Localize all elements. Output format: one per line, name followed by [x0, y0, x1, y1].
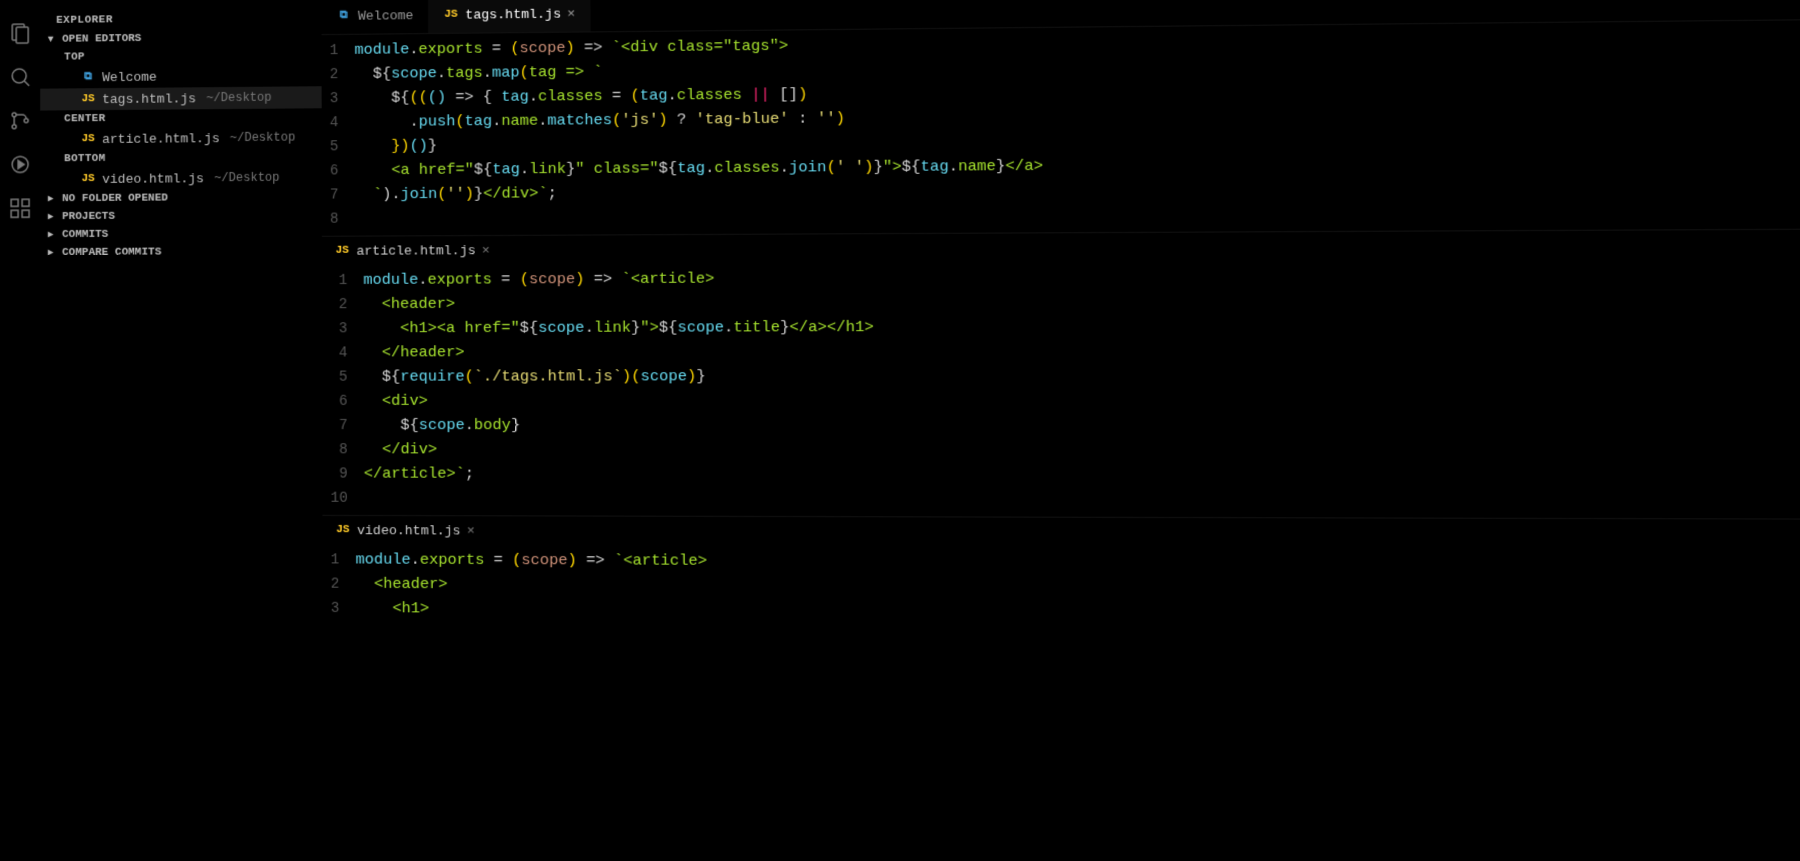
- code-content[interactable]: module.exports = (scope) => `<article> <…: [355, 548, 707, 623]
- open-editors-label: OPEN EDITORS: [62, 33, 141, 46]
- section-commits[interactable]: ▸ COMMITS: [40, 225, 322, 244]
- close-icon[interactable]: ×: [467, 523, 475, 538]
- editor-pane-top: 12345678 module.exports = (scope) => `<d…: [322, 19, 1800, 236]
- group-bottom: BOTTOM: [40, 148, 322, 168]
- chevron-right-icon: ▸: [48, 193, 58, 205]
- js-icon: JS: [335, 522, 351, 538]
- extensions-icon[interactable]: [8, 196, 32, 220]
- line-numbers: 12345678: [322, 39, 355, 232]
- open-editor-video[interactable]: JS video.html.js ~/Desktop: [40, 166, 322, 190]
- file-path: ~/Desktop: [214, 171, 279, 185]
- pane-file-name: video.html.js: [357, 523, 461, 538]
- open-editor-welcome[interactable]: ⧉ Welcome: [40, 64, 321, 88]
- editor-pane-center: JS article.html.js × 12345678910 module.…: [322, 228, 1800, 518]
- line-numbers: 12345678910: [322, 269, 364, 511]
- close-icon[interactable]: ×: [567, 6, 575, 21]
- source-control-icon[interactable]: [8, 109, 32, 133]
- tab-label: tags.html.js: [465, 6, 561, 22]
- search-icon[interactable]: [8, 65, 32, 89]
- line-numbers: 123: [323, 548, 356, 621]
- activity-bar: [0, 1, 40, 841]
- file-name: tags.html.js: [102, 91, 196, 107]
- chevron-right-icon: ▸: [48, 247, 58, 259]
- explorer-sidebar: EXPLORER ▾ OPEN EDITORS TOP ⧉ Welcome JS…: [40, 0, 323, 844]
- chevron-down-icon: ▾: [48, 34, 58, 46]
- section-label: COMMITS: [62, 229, 108, 241]
- section-projects[interactable]: ▸ PROJECTS: [40, 207, 322, 227]
- chevron-right-icon: ▸: [48, 211, 58, 223]
- js-icon: JS: [80, 171, 96, 187]
- js-icon: JS: [80, 131, 96, 147]
- section-label: NO FOLDER OPENED: [62, 192, 168, 205]
- debug-icon[interactable]: [8, 152, 32, 176]
- code-content[interactable]: module.exports = (scope) => `<div class=…: [354, 32, 1043, 232]
- close-icon[interactable]: ×: [482, 243, 490, 258]
- open-editor-article[interactable]: JS article.html.js ~/Desktop: [40, 126, 322, 150]
- js-icon: JS: [443, 7, 459, 23]
- open-editor-tags[interactable]: JS tags.html.js ~/Desktop: [40, 86, 322, 110]
- editor-area: ⧉ Welcome JS tags.html.js × 12345678 mod…: [321, 0, 1800, 861]
- file-name: video.html.js: [102, 171, 204, 187]
- section-label: COMPARE COMMITS: [62, 247, 161, 259]
- file-path: ~/Desktop: [230, 131, 295, 146]
- files-icon[interactable]: [8, 21, 32, 45]
- code-content[interactable]: module.exports = (scope) => `<article> <…: [363, 267, 875, 512]
- tab-tags[interactable]: JS tags.html.js ×: [429, 0, 591, 33]
- section-no-folder[interactable]: ▸ NO FOLDER OPENED: [40, 189, 322, 209]
- js-icon: JS: [334, 243, 350, 259]
- pane-file-name: article.html.js: [356, 243, 475, 259]
- js-icon: JS: [80, 91, 96, 107]
- group-center: CENTER: [40, 108, 322, 128]
- file-name: article.html.js: [102, 131, 220, 147]
- tab-label: Welcome: [358, 8, 413, 24]
- vscode-icon: ⧉: [80, 69, 96, 85]
- tab-welcome[interactable]: ⧉ Welcome: [321, 0, 428, 34]
- section-compare-commits[interactable]: ▸ COMPARE COMMITS: [40, 243, 322, 262]
- editor-pane-bottom: JS video.html.js × 123 module.exports = …: [322, 515, 1800, 634]
- vscode-icon: ⧉: [336, 8, 352, 24]
- section-label: PROJECTS: [62, 211, 115, 223]
- file-path: ~/Desktop: [206, 91, 271, 106]
- file-name: Welcome: [102, 69, 157, 84]
- chevron-right-icon: ▸: [48, 229, 58, 241]
